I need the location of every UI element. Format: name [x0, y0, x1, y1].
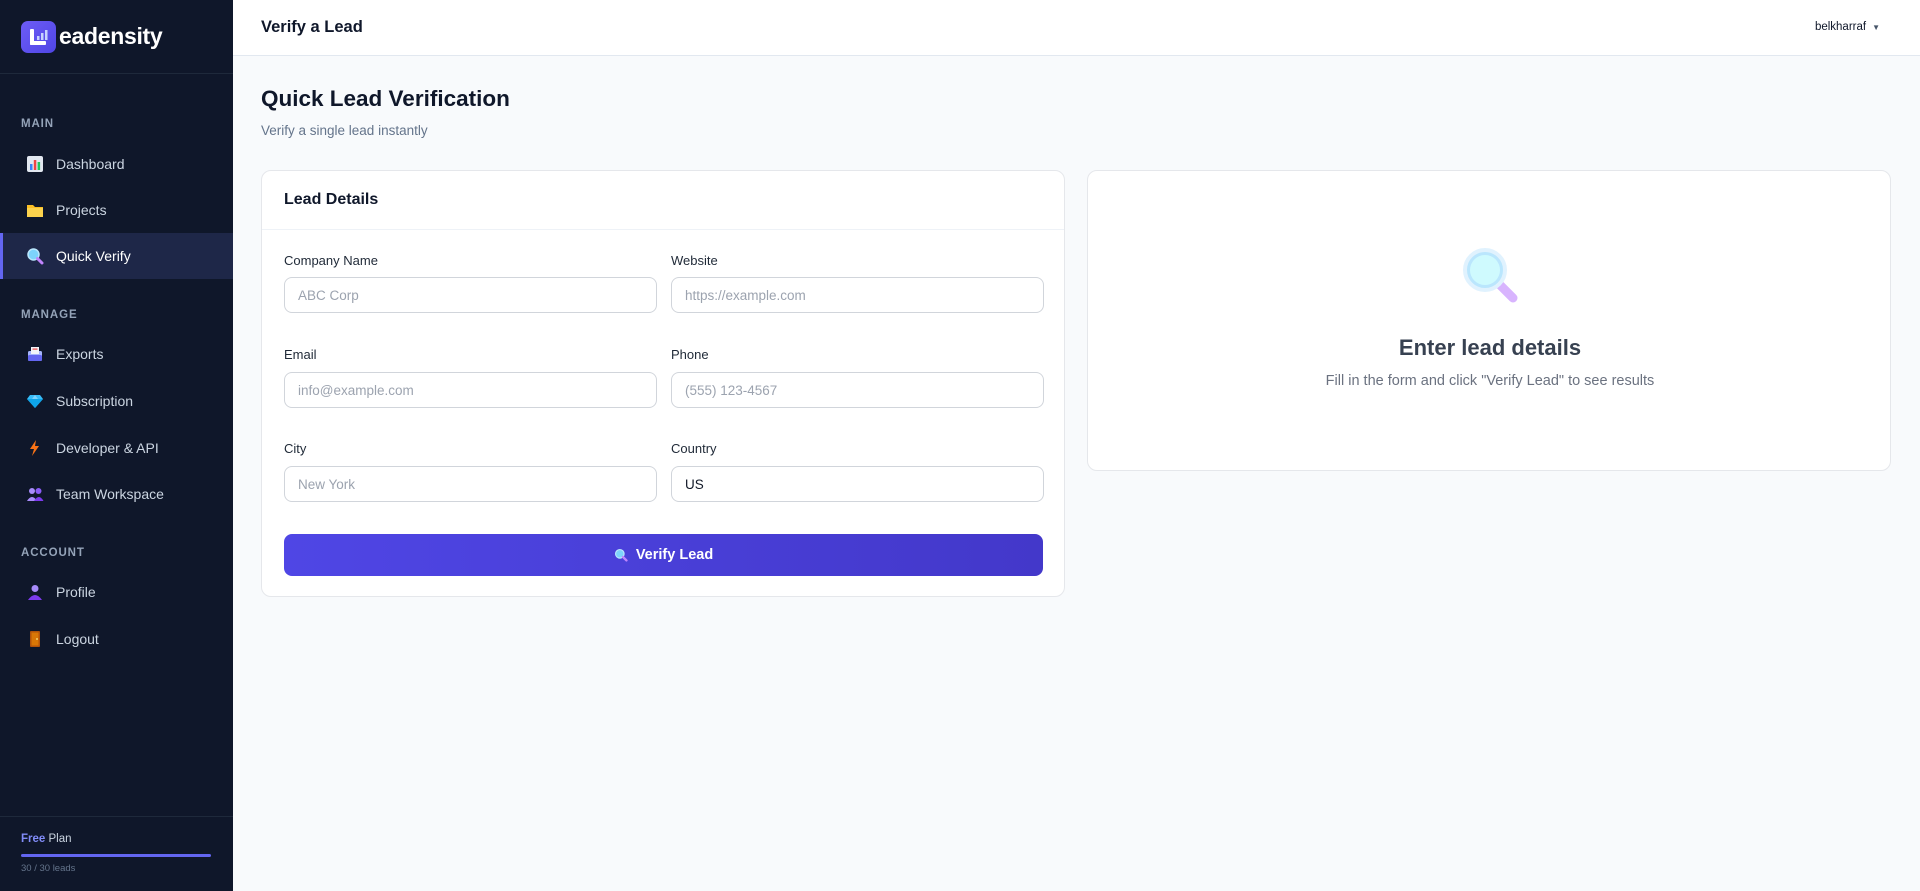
diamond-icon	[26, 392, 44, 410]
section-label-main: MAIN	[21, 118, 54, 130]
sidebar-item-label: Dashboard	[56, 156, 125, 172]
company-name-label: Company Name	[284, 253, 378, 268]
username: belkharraf	[1814, 21, 1867, 33]
plan-usage-fill	[21, 854, 211, 857]
door-icon	[26, 630, 44, 648]
sidebar-item-logout[interactable]: Logout	[0, 616, 233, 662]
section-label-account: ACCOUNT	[21, 547, 85, 559]
result-card: Enter lead details Fill in the form and …	[1087, 170, 1891, 471]
result-description: Fill in the form and click "Verify Lead"…	[1325, 373, 1655, 389]
sidebar-item-label: Team Workspace	[56, 486, 164, 502]
email-input[interactable]	[284, 372, 657, 408]
sidebar-item-team-workspace[interactable]: Team Workspace	[0, 471, 233, 517]
country-input[interactable]	[671, 466, 1044, 502]
plan-usage-text: 30 / 30 leads	[21, 863, 76, 874]
topbar-title: Verify a Lead	[261, 18, 363, 36]
sidebar-item-developer-api[interactable]: Developer & API	[0, 425, 233, 471]
email-label: Email	[284, 347, 317, 362]
country-label: Country	[671, 441, 717, 456]
sidebar-item-label: Projects	[56, 202, 107, 218]
sidebar-item-exports[interactable]: Exports	[0, 331, 233, 377]
bar-chart-icon	[26, 155, 44, 173]
card-title: Lead Details	[262, 171, 1064, 230]
company-name-input[interactable]	[284, 277, 657, 313]
sidebar-item-label: Profile	[56, 584, 96, 600]
inbox-icon	[26, 345, 44, 363]
brand[interactable]: eadensity	[0, 0, 233, 74]
section-label-manage: MANAGE	[21, 309, 78, 321]
sidebar-item-quick-verify[interactable]: Quick Verify	[0, 233, 233, 279]
magnifier-icon	[1461, 246, 1519, 309]
sidebar-item-label: Developer & API	[56, 440, 159, 456]
person-icon	[26, 583, 44, 601]
page-title: Quick Lead Verification	[261, 86, 510, 111]
city-label: City	[284, 441, 307, 456]
brand-name: eadensity	[59, 23, 163, 49]
verify-lead-button[interactable]: Verify Lead	[284, 534, 1043, 576]
plan-usage-bar	[21, 854, 211, 857]
sidebar-item-subscription[interactable]: Subscription	[0, 378, 233, 424]
phone-input[interactable]	[671, 372, 1044, 408]
plan-name: Free	[21, 833, 46, 845]
sidebar-item-dashboard[interactable]: Dashboard	[0, 141, 233, 187]
sidebar-item-profile[interactable]: Profile	[0, 569, 233, 615]
sidebar: eadensity MAIN Dashboard Projects Quick …	[0, 0, 233, 891]
website-input[interactable]	[671, 277, 1044, 313]
page-subtitle: Verify a single lead instantly	[261, 123, 428, 138]
sidebar-item-label: Logout	[56, 631, 99, 647]
lightning-icon	[26, 439, 44, 457]
sidebar-item-projects[interactable]: Projects	[0, 187, 233, 233]
sidebar-item-label: Subscription	[56, 393, 134, 409]
website-label: Website	[671, 253, 718, 268]
chevron-down-icon: ▼	[1872, 22, 1880, 32]
lead-details-card: Lead Details Company Name Website Email …	[261, 170, 1065, 597]
magnifier-icon	[614, 548, 628, 562]
sidebar-item-label: Quick Verify	[56, 248, 131, 264]
plan-label: Plan	[48, 833, 72, 845]
topbar: Verify a Lead belkharraf ▼	[233, 0, 1920, 56]
sidebar-item-label: Exports	[56, 346, 104, 362]
result-title: Enter lead details	[1398, 335, 1582, 360]
city-input[interactable]	[284, 466, 657, 502]
folder-icon	[26, 201, 44, 219]
magnifier-icon	[26, 247, 44, 265]
user-menu[interactable]: belkharraf ▼	[1815, 21, 1880, 33]
verify-lead-label: Verify Lead	[635, 547, 714, 563]
phone-label: Phone	[671, 347, 709, 362]
plan-status: Free Plan 30 / 30 leads	[0, 816, 233, 891]
people-icon	[26, 485, 44, 503]
brand-logo-icon	[21, 20, 56, 53]
